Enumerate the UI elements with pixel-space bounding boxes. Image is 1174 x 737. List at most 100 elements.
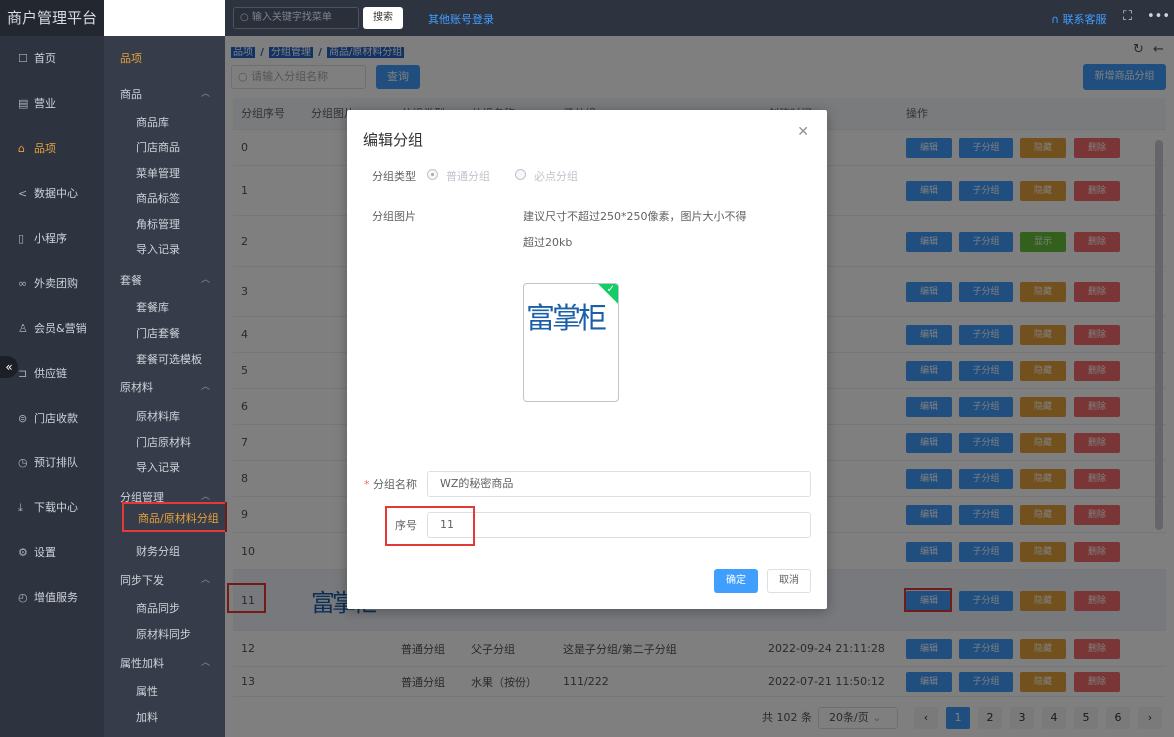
gear-icon: ⚙ [18, 546, 28, 559]
service-icon: ◴ [18, 591, 28, 604]
database-icon: ⊜ [18, 412, 28, 425]
nav-item-label: 营业 [34, 97, 56, 110]
group-name-input[interactable]: WZ的秘密商品 [427, 471, 811, 497]
nav-item-label: 门店收款 [34, 412, 78, 425]
subnav-group[interactable]: 原材料 ︿ [120, 379, 220, 395]
fullscreen-icon[interactable]: ⛶ [1123, 9, 1132, 24]
subnav-item[interactable]: 门店原材料 [136, 434, 191, 450]
clock-icon: ◷ [18, 456, 28, 469]
nav-item[interactable]: ♙ 会员&营销 [0, 317, 104, 341]
nav-item-label: 下载中心 [34, 501, 78, 514]
cancel-button[interactable]: 取消 [767, 569, 811, 593]
subnav-item[interactable]: 门店套餐 [136, 325, 180, 341]
subnav-item[interactable]: 菜单管理 [136, 165, 180, 181]
subnav-group-label: 原材料 [120, 381, 153, 394]
nav-item-label: 会员&营销 [34, 322, 87, 335]
user-icon: ♙ [18, 322, 28, 335]
subnav-item[interactable]: 角标管理 [136, 216, 180, 232]
subnav-group-label: 商品 [120, 88, 142, 101]
download-icon: ⤓ [18, 501, 23, 514]
required-mark: * [364, 478, 370, 491]
subnav-item[interactable]: 商品同步 [136, 600, 180, 616]
nav-item[interactable]: ▤ 营业 [0, 92, 104, 116]
nav-item-label: 小程序 [34, 232, 67, 245]
nav-item[interactable]: ▯ 小程序 [0, 227, 104, 251]
subnav-item[interactable]: 套餐可选模板 [136, 351, 202, 367]
nav-item-label: 外卖团购 [34, 277, 78, 290]
phone-icon: ▯ [18, 232, 25, 245]
menu-search-input[interactable]: ○ 输入关键字找菜单 [233, 7, 359, 29]
nav-item[interactable]: ☐ 首页 [0, 47, 104, 71]
truck-icon: ⊐ [18, 367, 28, 380]
nav-item-label: 预订排队 [34, 456, 78, 469]
subnav-group[interactable]: 属性加料 ︿ [120, 655, 220, 671]
subnav-item[interactable]: 导入记录 [136, 241, 180, 257]
subnav-group[interactable]: 同步下发 ︿ [120, 572, 220, 588]
nav-item-label: 数据中心 [34, 187, 78, 200]
confirm-button[interactable]: 确定 [714, 569, 758, 593]
subnav-item[interactable]: 原材料同步 [136, 626, 191, 642]
subnav-item[interactable]: 财务分组 [136, 543, 180, 559]
app-title: 商户管理平台 [0, 0, 104, 36]
nav-item[interactable]: ⌂ 品项 [0, 137, 104, 161]
other-account-login-link[interactable]: 其他账号登录 [428, 11, 494, 27]
share-icon: < [18, 187, 28, 200]
calendar-icon: ▤ [18, 97, 29, 110]
nav-item[interactable]: ⊜ 门店收款 [0, 407, 104, 431]
nav-item-label: 供应链 [34, 367, 67, 380]
group-image-label: 分组图片 [372, 210, 416, 223]
nav-item-label: 设置 [34, 546, 56, 559]
menu-search-placeholder: 输入关键字找菜单 [251, 12, 332, 23]
radio-must-order-group-label: 必点分组 [534, 170, 578, 183]
nav-item[interactable]: < 数据中心 [0, 182, 104, 206]
nav-item-label: 首页 [34, 52, 56, 65]
radio-must-order-group[interactable] [515, 169, 526, 180]
group-icon: ∞ [18, 277, 28, 290]
check-icon: ✓ [606, 284, 615, 295]
image-hint-line1: 建议尺寸不超过250*250像素，图片大小不得 [523, 210, 747, 223]
nav-item[interactable]: ◷ 预订排队 [0, 451, 104, 475]
chevron-up-icon: ︿ [200, 89, 210, 99]
subnav-title: 品项 [120, 52, 142, 65]
dialog-title: 编辑分组 [363, 131, 424, 149]
top-bar: ○ 输入关键字找菜单 搜索 其他账号登录 ∩ 联系客服 ⛶ ••• [225, 0, 1174, 36]
edit-group-dialog: 编辑分组 ✕ 分组类型 普通分组 必点分组 分组图片 建议尺寸不超过250*25… [347, 110, 827, 609]
close-icon[interactable]: ✕ [797, 124, 809, 140]
subnav-item[interactable]: 商品标签 [136, 190, 180, 206]
home-icon: ☐ [18, 52, 28, 65]
chevron-up-icon: ︿ [200, 275, 210, 285]
nav-item[interactable]: ⤓ 下载中心 [0, 496, 104, 520]
subnav-item[interactable]: 原材料库 [136, 408, 180, 424]
subnav-item[interactable]: 属性 [136, 683, 158, 699]
contact-service-label: 联系客服 [1062, 13, 1107, 26]
group-name-label-text: 分组名称 [373, 478, 417, 491]
subnav-group-label: 同步下发 [120, 574, 164, 587]
chevron-up-icon: ︿ [200, 575, 210, 585]
radio-normal-group-label: 普通分组 [446, 170, 490, 183]
subnav-group[interactable]: 套餐 ︿ [120, 272, 220, 288]
subnav-item[interactable]: 套餐库 [136, 299, 169, 315]
chevron-up-icon: ︿ [200, 382, 210, 392]
nav-item-label: 增值服务 [34, 591, 78, 604]
nav-item[interactable]: ∞ 外卖团购 [0, 272, 104, 296]
subnav-item[interactable]: 加料 [136, 709, 158, 725]
group-type-label: 分组类型 [372, 170, 416, 183]
subnav-item[interactable]: 导入记录 [136, 459, 180, 475]
chevron-up-icon: ︿ [200, 658, 210, 668]
subnav-item[interactable]: 商品/原材料分组 [122, 502, 227, 532]
subnav-item[interactable]: 门店商品 [136, 139, 180, 155]
nav-item[interactable]: ⚙ 设置 [0, 541, 104, 565]
headset-icon: ∩ [1051, 13, 1060, 26]
subnav-item[interactable]: 商品库 [136, 114, 169, 130]
menu-search-button[interactable]: 搜索 [363, 7, 403, 29]
contact-service-link[interactable]: ∩ 联系客服 [1051, 11, 1107, 27]
sequence-input[interactable]: 11 [427, 512, 811, 538]
group-image-uploader[interactable]: 富掌柜 ✓ [523, 283, 619, 402]
nav-item[interactable]: ◴ 增值服务 [0, 586, 104, 610]
radio-normal-group[interactable] [427, 169, 438, 180]
more-icon[interactable]: ••• [1147, 9, 1170, 24]
sub-sidebar: 品项 商品 ︿ 商品库 门店商品 菜单管理 商品标签 角标管理 导入记录 套餐 ︿ 套餐库 门店套餐套… [104, 36, 227, 737]
subnav-group[interactable]: 商品 ︿ [120, 86, 220, 102]
nav-item-label: 品项 [34, 142, 56, 155]
subnav-group-label: 套餐 [120, 274, 142, 287]
